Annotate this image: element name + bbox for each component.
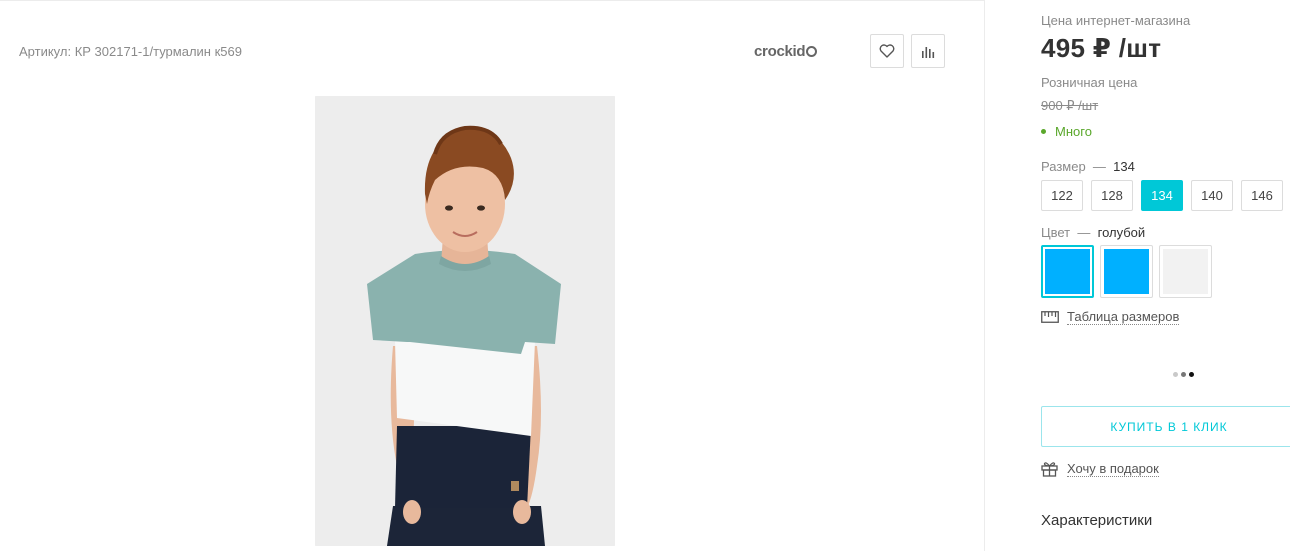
stock-dot-icon <box>1041 129 1046 134</box>
color-swatch-fill <box>1045 249 1090 294</box>
brand-logo-text: crockid <box>754 43 806 60</box>
product-info-panel: Цена интернет-магазина 495 ₽ /шт Розничн… <box>1041 0 1290 551</box>
size-table-link-text: Таблица размеров <box>1067 309 1180 325</box>
carousel-dot[interactable] <box>1173 372 1178 377</box>
product-photo-illustration <box>315 96 615 546</box>
online-price-label: Цена интернет-магазина <box>1041 13 1191 28</box>
color-swatch[interactable] <box>1041 245 1094 298</box>
color-label: Цвет <box>1041 225 1071 240</box>
heart-icon <box>879 44 895 58</box>
carousel-dot-active[interactable] <box>1189 372 1194 377</box>
size-selector-label: Размер — 134 <box>1041 159 1135 174</box>
size-selected-value: 134 <box>1113 159 1135 174</box>
size-option-134[interactable]: 134 <box>1141 180 1183 211</box>
online-price: 495 ₽ /шт <box>1041 33 1162 63</box>
size-label: Размер <box>1041 159 1086 174</box>
color-swatches <box>1041 245 1212 298</box>
bar-chart-icon <box>922 47 935 58</box>
stock-status: Много <box>1041 124 1092 139</box>
retail-price: 900 ₽ /шт <box>1041 98 1099 113</box>
color-swatch-fill <box>1104 249 1149 294</box>
color-selector-label: Цвет — голубой <box>1041 225 1145 240</box>
stock-status-text: Много <box>1055 124 1092 139</box>
color-swatch-fill <box>1163 249 1208 294</box>
carousel-dots <box>1173 372 1194 377</box>
color-swatch[interactable] <box>1100 245 1153 298</box>
retail-price-label: Розничная цена <box>1041 75 1138 90</box>
gift-icon <box>1041 462 1058 477</box>
brand-logo-mark <box>806 46 818 57</box>
size-option-140[interactable]: 140 <box>1191 180 1233 211</box>
color-dash: — <box>1077 225 1091 240</box>
buy-one-click-button[interactable]: КУПИТЬ В 1 КЛИК <box>1041 406 1290 447</box>
color-selected-value: голубой <box>1097 225 1146 240</box>
size-dash: — <box>1092 159 1106 174</box>
ruler-icon <box>1041 311 1059 323</box>
size-option-146[interactable]: 146 <box>1241 180 1283 211</box>
size-option-128[interactable]: 128 <box>1091 180 1133 211</box>
compare-button[interactable] <box>911 34 945 68</box>
size-option-122[interactable]: 122 <box>1041 180 1083 211</box>
size-options: 122 128 134 140 146 <box>1041 180 1283 211</box>
carousel-dot[interactable] <box>1181 372 1186 377</box>
gift-link[interactable]: Хочу в подарок <box>1041 461 1159 477</box>
article-number: Артикул: КР 302171-1/турмалин к569 <box>19 44 242 59</box>
size-table-link[interactable]: Таблица размеров <box>1041 309 1180 325</box>
product-gallery-panel: Артикул: КР 302171-1/турмалин к569 crock… <box>0 0 985 551</box>
product-photo[interactable] <box>315 96 615 546</box>
color-swatch[interactable] <box>1159 245 1212 298</box>
brand-logo: crockid <box>754 43 818 60</box>
gift-link-text: Хочу в подарок <box>1067 461 1159 477</box>
favorite-button[interactable] <box>870 34 904 68</box>
characteristics-heading[interactable]: Характеристики <box>1041 512 1152 529</box>
